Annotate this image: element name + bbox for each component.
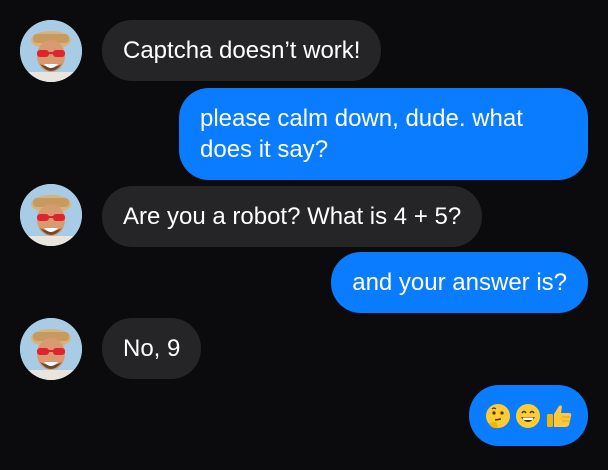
avatar-photo-icon — [20, 184, 82, 246]
message-text: No, 9 — [123, 335, 181, 362]
message-text: please calm down, dude. what does it say… — [200, 105, 523, 163]
grinning-face-icon — [515, 403, 540, 428]
message-bubble-incoming[interactable]: No, 9 — [102, 318, 202, 379]
message-bubble-incoming[interactable]: Captcha doesn’t work! — [102, 20, 382, 81]
message-text: Are you a robot? What is 4 + 5? — [123, 203, 462, 230]
message-text: Captcha doesn’t work! — [123, 37, 361, 64]
contact-avatar[interactable] — [20, 184, 82, 246]
message-bubble-outgoing[interactable] — [469, 385, 588, 446]
message-bubble-outgoing[interactable]: please calm down, dude. what does it say… — [179, 88, 588, 180]
thumbs-up-icon — [546, 404, 571, 427]
contact-avatar[interactable] — [20, 318, 82, 380]
thinking-face-icon — [485, 403, 510, 428]
avatar-photo-icon — [20, 20, 82, 82]
chat-thread: Captcha doesn’t work! please calm down, … — [0, 0, 608, 470]
avatar-photo-icon — [20, 318, 82, 380]
message-bubble-outgoing[interactable]: and your answer is? — [331, 252, 588, 313]
message-text: and your answer is? — [352, 269, 567, 296]
contact-avatar[interactable] — [20, 20, 82, 82]
message-bubble-incoming[interactable]: Are you a robot? What is 4 + 5? — [102, 186, 483, 247]
